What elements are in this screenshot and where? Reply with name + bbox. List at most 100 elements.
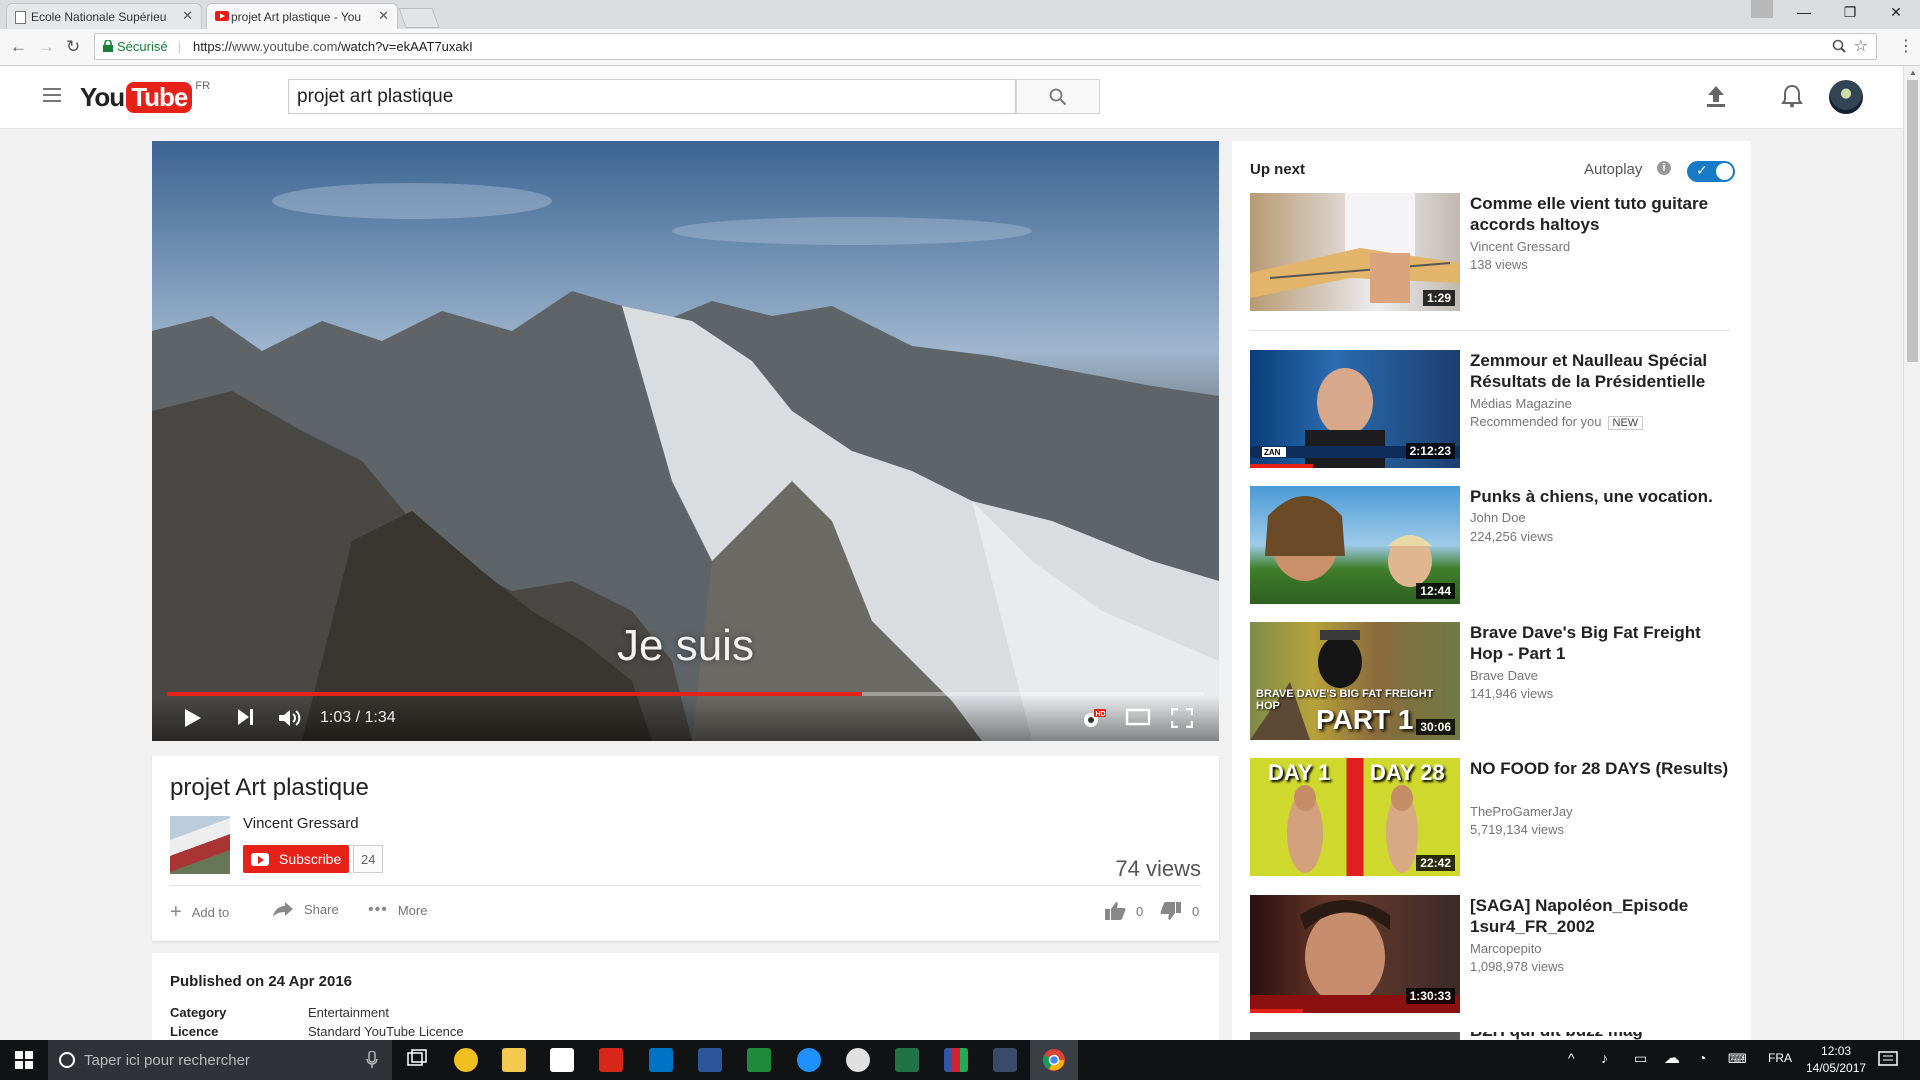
battery-tray-icon[interactable]: ▭ [1634, 1050, 1647, 1067]
video-title[interactable]: Zemmour et Naulleau Spécial Résultats de… [1470, 350, 1730, 392]
close-tab-icon[interactable]: ✕ [378, 8, 389, 24]
network-tray-icon[interactable]: ◔ [1698, 1050, 1706, 1066]
close-tab-icon[interactable]: ✕ [182, 8, 193, 24]
related-video-item[interactable]: DAY 1 DAY 28 22:42 NO FOOD for 28 DAYS (… [1250, 758, 1740, 876]
dislike-button[interactable]: 0 [1160, 901, 1199, 921]
page-scrollbar[interactable]: ▲ [1903, 66, 1920, 1040]
start-button[interactable] [0, 1040, 48, 1080]
file-explorer-icon[interactable] [502, 1048, 526, 1072]
upload-icon[interactable] [1706, 84, 1726, 108]
video-title[interactable]: BZH qui dit buzz mag [1470, 1032, 1730, 1040]
add-to-button[interactable]: + Add to [170, 901, 229, 924]
chrome-icon[interactable] [1042, 1048, 1066, 1072]
scrollbar-thumb[interactable] [1907, 80, 1918, 362]
video-thumbnail[interactable]: ZAN 2:12:23 [1250, 350, 1460, 468]
notifications-bell-icon[interactable] [1781, 84, 1803, 108]
video-thumbnail[interactable]: 1:30:33 [1250, 895, 1460, 1013]
acrobat-icon[interactable] [599, 1048, 623, 1072]
money-app-icon[interactable] [747, 1048, 771, 1072]
volume-icon[interactable] [278, 708, 302, 728]
account-avatar[interactable] [1829, 80, 1863, 114]
channel-name[interactable]: Vincent Gressard [1470, 239, 1570, 254]
play-icon[interactable] [184, 708, 202, 728]
close-window-button[interactable]: ✕ [1876, 4, 1916, 21]
outlook-icon[interactable] [649, 1048, 673, 1072]
forward-icon[interactable]: → [38, 37, 55, 57]
related-video-item[interactable]: 12:44 Punks à chiens, une vocation. John… [1250, 486, 1740, 604]
input-language[interactable]: FRA [1768, 1051, 1792, 1065]
tab-youtube[interactable]: projet Art plastique - You ✕ [206, 3, 398, 29]
fullscreen-icon[interactable] [1171, 708, 1193, 728]
channel-name[interactable]: Brave Dave [1470, 668, 1538, 683]
related-video-item[interactable]: BRAVE DAVE'S BIG FAT FREIGHT HOP PART 1 … [1250, 622, 1740, 740]
channel-name[interactable]: John Doe [1470, 510, 1526, 525]
video-title[interactable]: NO FOOD for 28 DAYS (Results) [1470, 758, 1730, 779]
microphone-icon[interactable] [366, 1051, 378, 1069]
video-thumbnail[interactable]: 12:44 [1250, 486, 1460, 604]
scroll-up-arrow-icon[interactable]: ▲ [1909, 68, 1917, 77]
omnibox[interactable]: Sécurisé | https://www.youtube.com/watch… [94, 33, 1877, 60]
tab-ecole[interactable]: Ecole Nationale Supérieu ✕ [6, 3, 202, 29]
taskbar-search-box[interactable]: Taper ici pour rechercher [48, 1040, 392, 1080]
video-thumbnail[interactable]: 1:29 [1250, 193, 1460, 311]
like-button[interactable]: 0 [1104, 901, 1143, 921]
video-title[interactable]: Brave Dave's Big Fat Freight Hop - Part … [1470, 622, 1730, 664]
clock[interactable]: 12:03 14/05/2017 [1806, 1043, 1866, 1077]
onedrive-tray-icon[interactable]: ☁ [1664, 1048, 1680, 1068]
channel-name[interactable]: Marcopepito [1470, 941, 1542, 956]
tray-chevron-icon[interactable]: ^ [1568, 1050, 1575, 1066]
search-button[interactable] [1016, 79, 1100, 114]
menu-dots-icon[interactable]: ⋮ [1898, 36, 1914, 56]
channel-avatar[interactable] [170, 816, 230, 874]
channel-name[interactable]: Vincent Gressard [243, 815, 359, 832]
url-text[interactable]: https://www.youtube.com/watch?v=ekAAT7ux… [193, 39, 473, 54]
related-video-item[interactable]: 1:29 Comme elle vient tuto guitare accor… [1250, 193, 1740, 311]
channel-name[interactable]: Médias Magazine [1470, 396, 1572, 411]
video-title[interactable]: [SAGA] Napoléon_Episode 1sur4_FR_2002 [1470, 895, 1730, 937]
action-center-icon[interactable] [1878, 1051, 1898, 1069]
keyboard-tray-icon[interactable]: ⌨ [1728, 1051, 1747, 1067]
back-icon[interactable]: ← [10, 37, 27, 57]
cloud-app-icon[interactable] [797, 1048, 821, 1072]
norton-app-icon[interactable] [454, 1048, 478, 1072]
guide-menu-icon[interactable] [43, 88, 61, 106]
subscribe-button[interactable]: Subscribe [243, 845, 350, 873]
excel-icon[interactable] [895, 1048, 919, 1072]
store-icon[interactable] [550, 1048, 574, 1072]
video-title[interactable]: Comme elle vient tuto guitare accords ha… [1470, 193, 1730, 235]
search-input[interactable]: projet art plastique [288, 79, 1016, 114]
task-view-icon[interactable] [405, 1048, 429, 1072]
info-icon[interactable]: i [1657, 161, 1671, 175]
itunes-icon[interactable] [846, 1048, 870, 1072]
channel-name[interactable]: TheProGamerJay [1470, 804, 1573, 819]
video-thumbnail[interactable] [1250, 1032, 1460, 1040]
profile-icon[interactable] [1751, 0, 1773, 18]
more-button[interactable]: ••• More [368, 901, 427, 919]
related-video-item[interactable]: BZH qui dit buzz mag [1250, 1032, 1740, 1040]
word-icon[interactable] [698, 1048, 722, 1072]
video-thumbnail[interactable]: DAY 1 DAY 28 22:42 [1250, 758, 1460, 876]
video-player[interactable]: Je suis 1:03 / 1:34 HD [152, 141, 1219, 741]
maximize-button[interactable]: ❐ [1830, 4, 1870, 21]
video-thumbnail[interactable]: BRAVE DAVE'S BIG FAT FREIGHT HOP PART 1 … [1250, 622, 1460, 740]
related-video-item[interactable]: 1:30:33 [SAGA] Napoléon_Episode 1sur4_FR… [1250, 895, 1740, 1013]
autoplay-toggle[interactable]: ✓ [1687, 161, 1735, 182]
category-value[interactable]: Entertainment [308, 1005, 389, 1020]
settings-hd-icon[interactable]: HD [1080, 708, 1106, 730]
vpn-app-icon[interactable] [993, 1048, 1017, 1072]
bookmark-star-icon[interactable]: ☆ [1854, 36, 1868, 56]
theater-mode-icon[interactable] [1125, 708, 1151, 726]
minimize-button[interactable]: — [1784, 4, 1824, 20]
reload-icon[interactable]: ↻ [66, 37, 80, 57]
related-video-item[interactable]: ZAN 2:12:23 Zemmour et Naulleau Spécial … [1250, 350, 1740, 468]
volume-tray-icon[interactable]: ♪ [1601, 1050, 1608, 1066]
duration: 1:34 [364, 709, 396, 726]
view-count: 74 views [1115, 856, 1201, 881]
share-button[interactable]: Share [272, 901, 339, 917]
youtube-logo[interactable]: You Tube FR [80, 80, 210, 113]
zoom-icon[interactable] [1832, 39, 1846, 53]
next-icon[interactable] [237, 708, 255, 726]
app-icon[interactable] [944, 1048, 968, 1072]
new-tab-button[interactable] [398, 8, 440, 28]
video-title[interactable]: Punks à chiens, une vocation. [1470, 486, 1730, 507]
